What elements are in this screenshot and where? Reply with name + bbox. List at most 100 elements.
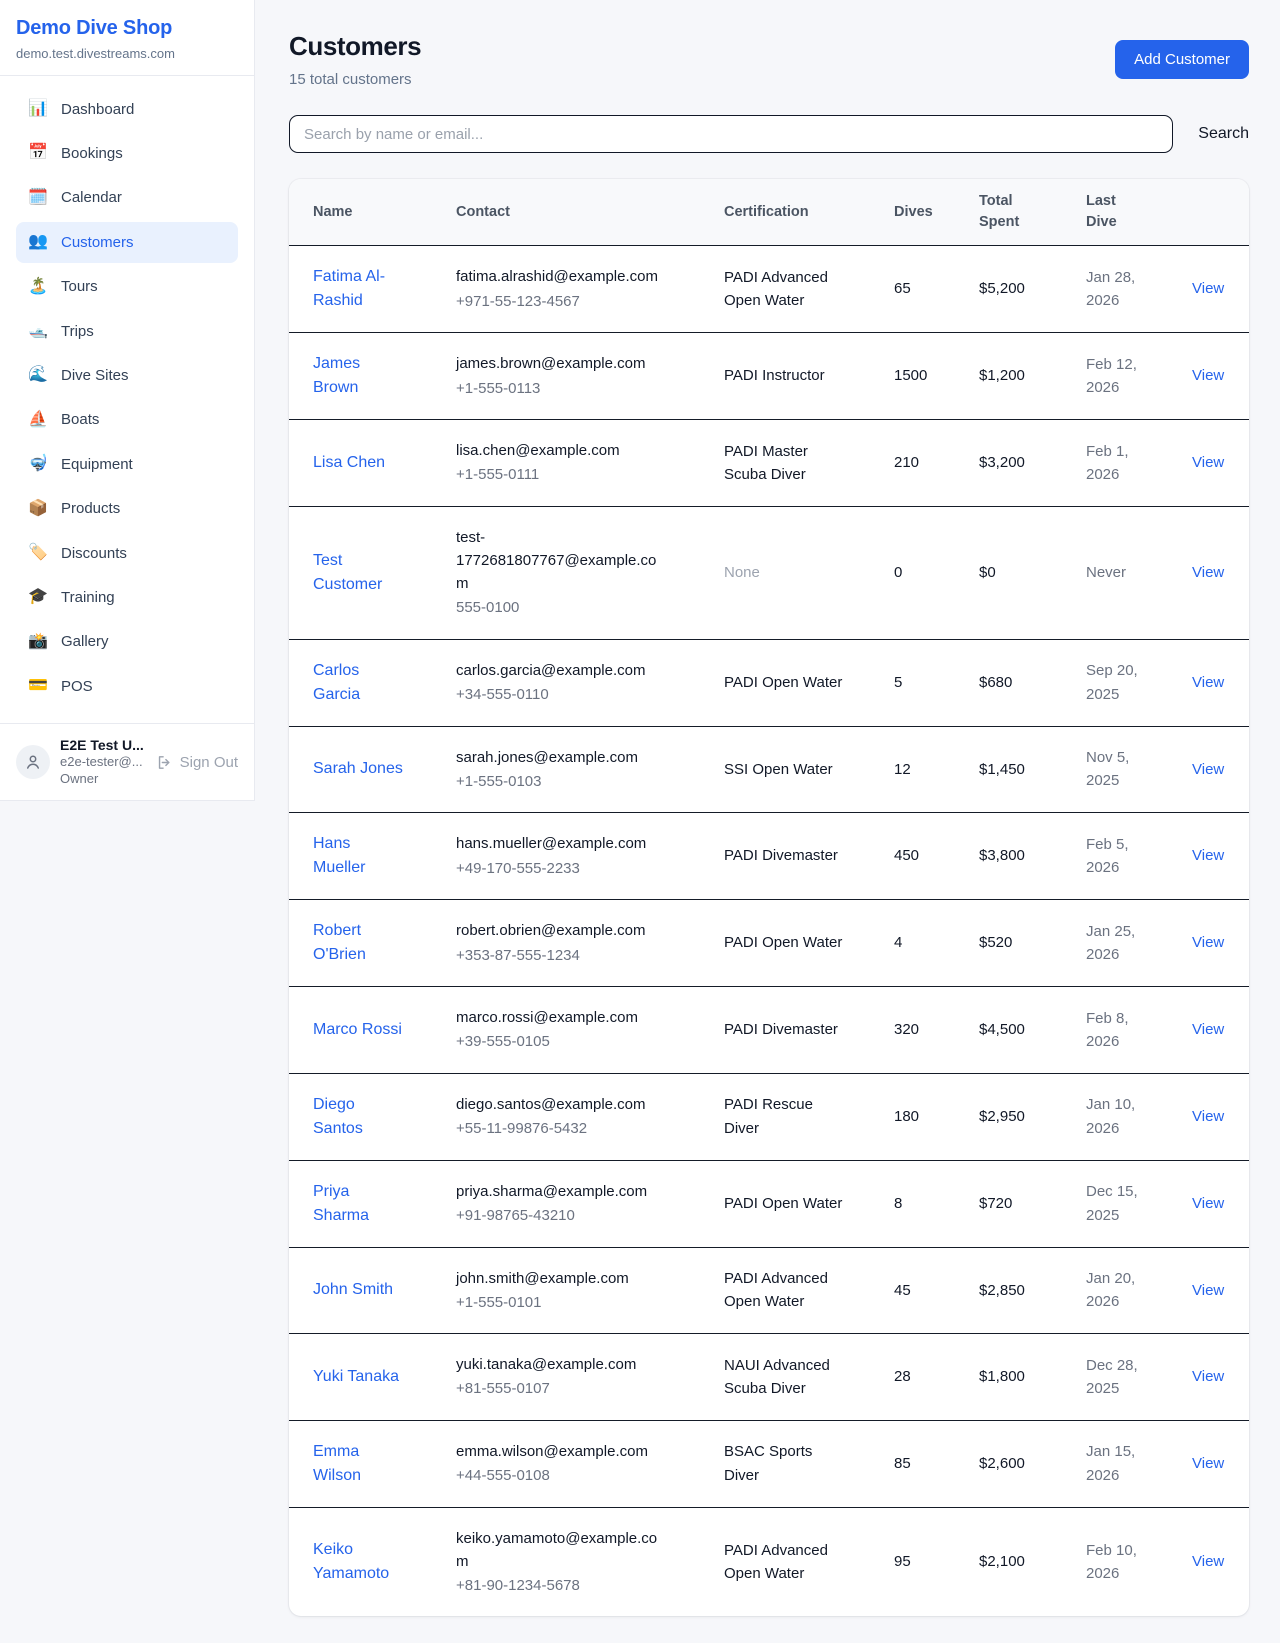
add-customer-button[interactable]: Add Customer [1115, 40, 1249, 79]
sidebar-item-label: Calendar [61, 187, 122, 208]
customer-name-link[interactable]: James Brown [313, 352, 403, 400]
customer-email: marco.rossi@example.com [456, 1006, 668, 1029]
sidebar-item-label: Equipment [61, 454, 133, 475]
customer-name-link[interactable]: Yuki Tanaka [313, 1365, 399, 1389]
customer-email: emma.wilson@example.com [456, 1440, 668, 1463]
table-header-row: Name Contact Certification Dives Total S… [289, 179, 1249, 246]
sidebar-item-calendar[interactable]: 🗓️ Calendar [16, 178, 238, 218]
main-content: Customers 15 total customers Add Custome… [255, 0, 1280, 1643]
sidebar-item-discounts[interactable]: 🏷️ Discounts [16, 533, 238, 573]
sidebar-item-boats[interactable]: ⛵ Boats [16, 400, 238, 440]
gallery-icon: 📸 [28, 631, 48, 653]
customer-certification: PADI Divemaster [724, 844, 838, 867]
sidebar-item-pos[interactable]: 💳 POS [16, 666, 238, 706]
pos-icon: 💳 [28, 675, 48, 697]
customer-phone: +1-555-0101 [456, 1291, 700, 1314]
view-link[interactable]: View [1192, 1282, 1224, 1299]
customer-name-link[interactable]: Carlos Garcia [313, 659, 403, 707]
tours-icon: 🏝️ [28, 276, 48, 298]
sidebar-item-tours[interactable]: 🏝️ Tours [16, 267, 238, 307]
customer-phone: +81-555-0107 [456, 1377, 700, 1400]
customer-email: james.brown@example.com [456, 352, 668, 375]
customer-certification: PADI Advanced Open Water [724, 1267, 844, 1314]
customer-name-link[interactable]: Keiko Yamamoto [313, 1538, 403, 1586]
sidebar-item-gallery[interactable]: 📸 Gallery [16, 622, 238, 662]
view-link[interactable]: View [1192, 454, 1224, 471]
sign-out-button[interactable]: Sign Out [156, 754, 238, 771]
customer-name-link[interactable]: John Smith [313, 1278, 393, 1302]
customer-dives: 28 [882, 1334, 967, 1421]
customer-row: Robert O'Brien robert.obrien@example.com… [289, 900, 1249, 987]
sidebar-item-label: Discounts [61, 543, 127, 564]
view-link[interactable]: View [1192, 761, 1224, 778]
customer-phone: +353-87-555-1234 [456, 944, 700, 967]
customer-row: James Brown james.brown@example.com +1-5… [289, 333, 1249, 420]
customer-dives: 180 [882, 1073, 967, 1160]
customer-email: john.smith@example.com [456, 1267, 668, 1290]
view-link[interactable]: View [1192, 280, 1224, 297]
column-header-name: Name [289, 179, 444, 246]
view-link[interactable]: View [1192, 674, 1224, 691]
sidebar: Demo Dive Shop demo.test.divestreams.com… [0, 0, 255, 801]
customer-phone: +1-555-0111 [456, 463, 700, 486]
column-header-contact: Contact [444, 179, 712, 246]
view-link[interactable]: View [1192, 1195, 1224, 1212]
customer-name-link[interactable]: Sarah Jones [313, 757, 403, 781]
customer-phone: +39-555-0105 [456, 1030, 700, 1053]
customer-phone: +91-98765-43210 [456, 1204, 700, 1227]
sidebar-item-dashboard[interactable]: 📊 Dashboard [16, 89, 238, 129]
customer-phone: +44-555-0108 [456, 1464, 700, 1487]
view-link[interactable]: View [1192, 367, 1224, 384]
customer-dives: 12 [882, 726, 967, 813]
customer-total-spent: $680 [967, 639, 1074, 726]
customer-dives: 4 [882, 900, 967, 987]
dashboard-icon: 📊 [28, 98, 48, 120]
customer-row: John Smith john.smith@example.com +1-555… [289, 1247, 1249, 1334]
customer-certification: PADI Advanced Open Water [724, 266, 844, 313]
customer-name-link[interactable]: Lisa Chen [313, 451, 385, 475]
customer-row: Yuki Tanaka yuki.tanaka@example.com +81-… [289, 1334, 1249, 1421]
view-link[interactable]: View [1192, 1553, 1224, 1570]
view-link[interactable]: View [1192, 1108, 1224, 1125]
sidebar-item-trips[interactable]: 🛥️ Trips [16, 311, 238, 351]
view-link[interactable]: View [1192, 1021, 1224, 1038]
view-link[interactable]: View [1192, 564, 1224, 581]
sidebar-item-customers[interactable]: 👥 Customers [16, 222, 238, 262]
products-icon: 📦 [28, 498, 48, 520]
customer-total-spent: $4,500 [967, 987, 1074, 1074]
customer-row: Diego Santos diego.santos@example.com +5… [289, 1073, 1249, 1160]
equipment-icon: 🤿 [28, 453, 48, 475]
sidebar-item-equipment[interactable]: 🤿 Equipment [16, 444, 238, 484]
customer-name-link[interactable]: Hans Mueller [313, 832, 403, 880]
view-link[interactable]: View [1192, 934, 1224, 951]
customer-name-link[interactable]: Emma Wilson [313, 1440, 403, 1488]
customer-last-dive: Jan 10, 2026 [1086, 1093, 1146, 1140]
customer-name-link[interactable]: Priya Sharma [313, 1180, 403, 1228]
customer-count: 15 total customers [289, 71, 421, 88]
sidebar-item-training[interactable]: 🎓 Training [16, 577, 238, 617]
sign-out-label: Sign Out [180, 754, 238, 771]
sidebar-item-bookings[interactable]: 📅 Bookings [16, 133, 238, 173]
search-input[interactable] [289, 115, 1173, 153]
view-link[interactable]: View [1192, 847, 1224, 864]
discounts-icon: 🏷️ [28, 542, 48, 564]
customer-dives: 5 [882, 639, 967, 726]
customer-name-link[interactable]: Marco Rossi [313, 1018, 402, 1042]
view-link[interactable]: View [1192, 1455, 1224, 1472]
customer-certification: PADI Divemaster [724, 1018, 838, 1041]
customer-name-link[interactable]: Test Customer [313, 549, 403, 597]
search-button[interactable]: Search [1198, 125, 1249, 143]
customer-name-link[interactable]: Fatima Al-Rashid [313, 265, 403, 313]
sidebar-item-products[interactable]: 📦 Products [16, 489, 238, 529]
customer-dives: 450 [882, 813, 967, 900]
customer-total-spent: $1,800 [967, 1334, 1074, 1421]
customer-total-spent: $2,850 [967, 1247, 1074, 1334]
customer-name-link[interactable]: Robert O'Brien [313, 919, 403, 967]
customer-name-link[interactable]: Diego Santos [313, 1093, 403, 1141]
customer-dives: 45 [882, 1247, 967, 1334]
customer-dives: 320 [882, 987, 967, 1074]
view-link[interactable]: View [1192, 1368, 1224, 1385]
customer-last-dive: Dec 28, 2025 [1086, 1354, 1146, 1401]
sidebar-item-label: Tours [61, 276, 98, 297]
sidebar-item-dive-sites[interactable]: 🌊 Dive Sites [16, 355, 238, 395]
